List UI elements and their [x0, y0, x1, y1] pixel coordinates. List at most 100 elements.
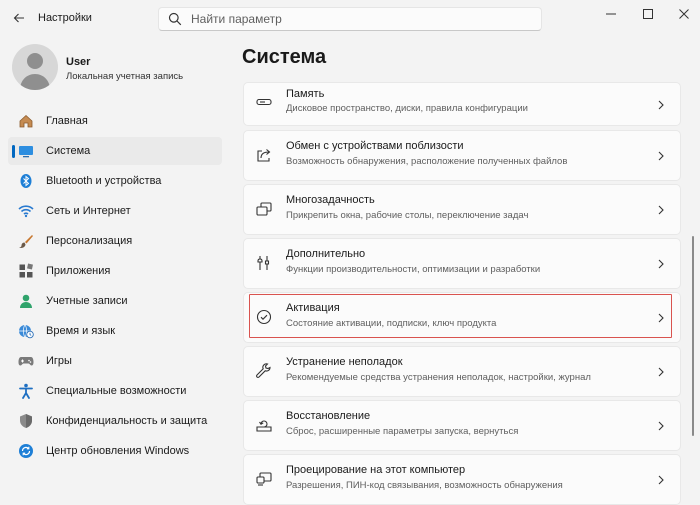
sidebar-item-label: Bluetooth и устройства	[46, 175, 162, 187]
sidebar-item-system[interactable]: Система	[8, 137, 222, 165]
arrow-left-icon	[13, 13, 24, 23]
chevron-right-icon	[656, 311, 666, 325]
settings-card-multitasking[interactable]: Многозадачность Прикрепить окна, рабочие…	[243, 184, 681, 235]
search-icon	[168, 12, 182, 26]
active-indicator	[12, 145, 15, 158]
avatar	[12, 44, 58, 90]
card-subtitle: Дисковое пространство, диски, правила ко…	[286, 103, 528, 114]
settings-card-activation[interactable]: Активация Состояние активации, подписки,…	[243, 292, 681, 343]
wifi-icon	[18, 203, 34, 219]
user-avatar-icon	[20, 53, 50, 90]
recovery-icon	[255, 416, 273, 434]
card-title: Устранение неполадок	[286, 356, 403, 368]
chevron-right-icon	[656, 149, 666, 163]
card-title: Дополнительно	[286, 248, 366, 260]
settings-card-projecting[interactable]: Проецирование на этот компьютер Разрешен…	[243, 454, 681, 505]
card-subtitle: Функции производительности, оптимизации …	[286, 264, 541, 275]
settings-window: Настройки User Локальная учетная запис	[0, 0, 700, 505]
title-bar: Настройки	[0, 0, 700, 38]
minimize-icon	[606, 13, 616, 15]
back-button[interactable]	[8, 7, 30, 29]
sidebar-item-label: Время и язык	[46, 325, 116, 337]
sidebar-item-label: Приложения	[46, 265, 111, 277]
sidebar-item-windows-update[interactable]: Центр обновления Windows	[8, 437, 222, 465]
card-subtitle: Рекомендуемые средства устранения непола…	[286, 372, 591, 383]
project-icon	[255, 470, 273, 488]
settings-card-advanced[interactable]: Дополнительно Функции производительности…	[243, 238, 681, 289]
user-profile[interactable]: User Локальная учетная запись	[12, 44, 222, 92]
bluetooth-icon	[18, 173, 34, 189]
card-title: Проецирование на этот компьютер	[286, 464, 466, 476]
sidebar-nav: Главная Система Bluetooth и устройства С…	[8, 107, 222, 467]
chevron-right-icon	[656, 203, 666, 217]
card-subtitle: Возможность обнаружения, расположение по…	[286, 156, 568, 167]
sidebar-item-label: Игры	[46, 355, 72, 367]
card-subtitle: Прикрепить окна, рабочие столы, переключ…	[286, 210, 529, 221]
card-title: Память	[286, 88, 325, 100]
sidebar-item-accounts[interactable]: Учетные записи	[8, 287, 222, 315]
close-icon	[679, 9, 689, 19]
scrollbar-thumb[interactable]	[692, 236, 694, 436]
app-title: Настройки	[38, 12, 92, 24]
settings-card-storage[interactable]: Память Дисковое пространство, диски, пра…	[243, 82, 681, 126]
sidebar-item-personalization[interactable]: Персонализация	[8, 227, 222, 255]
account-type: Локальная учетная запись	[66, 71, 184, 82]
sidebar-item-label: Система	[46, 145, 91, 157]
chevron-right-icon	[656, 257, 666, 271]
multitask-icon	[255, 200, 273, 218]
chevron-right-icon	[656, 473, 666, 487]
minimize-button[interactable]	[597, 4, 625, 24]
monitor-icon	[18, 143, 34, 159]
accessibility-icon	[18, 383, 34, 399]
card-subtitle: Сброс, расширенные параметры запуска, ве…	[286, 426, 519, 437]
settings-card-recovery[interactable]: Восстановление Сброс, расширенные параме…	[243, 400, 681, 451]
chevron-right-icon	[656, 365, 666, 379]
brush-icon	[18, 233, 34, 249]
search-box[interactable]	[158, 7, 542, 31]
wrench-icon	[255, 362, 273, 380]
sidebar-item-apps[interactable]: Приложения	[8, 257, 222, 285]
share-icon	[255, 146, 273, 164]
sidebar-item-privacy[interactable]: Конфиденциальность и защита	[8, 407, 222, 435]
sidebar-item-bluetooth[interactable]: Bluetooth и устройства	[8, 167, 222, 195]
close-button[interactable]	[670, 4, 698, 24]
sidebar-item-label: Конфиденциальность и защита	[46, 415, 208, 427]
card-subtitle: Состояние активации, подписки, ключ прод…	[286, 318, 497, 329]
apps-icon	[18, 263, 34, 279]
sidebar-item-label: Персонализация	[46, 235, 133, 247]
globe-clock-icon	[18, 323, 34, 339]
check-circle-icon	[255, 308, 273, 326]
update-icon	[18, 443, 34, 459]
settings-card-nearby-sharing[interactable]: Обмен с устройствами поблизости Возможно…	[243, 130, 681, 181]
maximize-icon	[643, 9, 653, 19]
sidebar-item-gaming[interactable]: Игры	[8, 347, 222, 375]
sidebar-item-accessibility[interactable]: Специальные возможности	[8, 377, 222, 405]
sidebar-item-network[interactable]: Сеть и Интернет	[8, 197, 222, 225]
page-title: Система	[242, 46, 327, 68]
sidebar-item-label: Центр обновления Windows	[46, 445, 190, 457]
home-icon	[18, 113, 34, 129]
card-title: Обмен с устройствами поблизости	[286, 140, 464, 152]
chevron-right-icon	[656, 98, 666, 112]
person-icon	[18, 293, 34, 309]
card-title: Активация	[286, 302, 340, 314]
maximize-button[interactable]	[634, 4, 662, 24]
sidebar-item-label: Главная	[46, 115, 88, 127]
card-title: Восстановление	[286, 410, 371, 422]
search-input[interactable]	[191, 12, 511, 26]
chevron-right-icon	[656, 419, 666, 433]
shield-icon	[18, 413, 34, 429]
sidebar-item-label: Сеть и Интернет	[46, 205, 131, 217]
gamepad-icon	[18, 353, 34, 369]
card-subtitle: Разрешения, ПИН-код связывания, возможно…	[286, 480, 563, 491]
sidebar-item-time-language[interactable]: Время и язык	[8, 317, 222, 345]
sidebar-item-label: Учетные записи	[46, 295, 128, 307]
settings-card-troubleshoot[interactable]: Устранение неполадок Рекомендуемые средс…	[243, 346, 681, 397]
tools-icon	[255, 254, 273, 272]
sidebar-item-home[interactable]: Главная	[8, 107, 222, 135]
storage-icon	[255, 93, 273, 111]
sidebar-item-label: Специальные возможности	[46, 385, 187, 397]
card-title: Многозадачность	[286, 194, 375, 206]
user-name: User	[66, 56, 91, 68]
settings-list: Память Дисковое пространство, диски, пра…	[243, 74, 681, 505]
